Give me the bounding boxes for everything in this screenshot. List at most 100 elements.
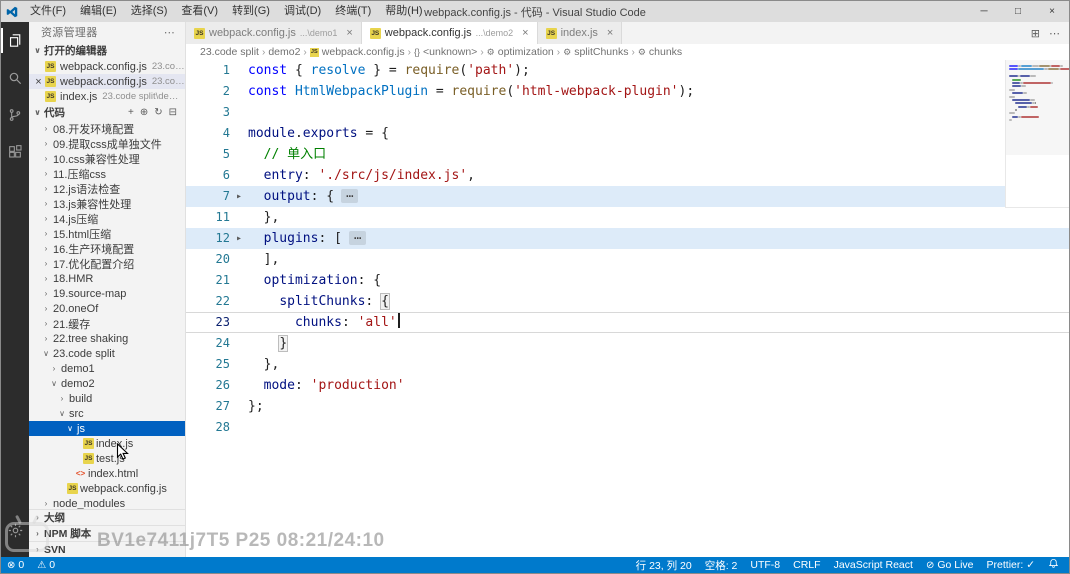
status-errors[interactable]: ⊗ 0	[7, 559, 24, 571]
line-number[interactable]: 7	[186, 186, 230, 207]
line-number[interactable]: 27	[186, 396, 230, 417]
code-line-28[interactable]: 28	[186, 417, 1069, 438]
tab-index-js[interactable]: JS index.js ×	[537, 22, 623, 44]
line-number[interactable]: 25	[186, 354, 230, 375]
menu-edit[interactable]: 编辑(E)	[73, 1, 124, 22]
collapse-all-icon[interactable]: ⊟	[169, 107, 177, 118]
open-editor-item[interactable]: JS index.js 23.code split\demo...	[29, 89, 185, 104]
tree-item-node-modules[interactable]: › node_modules	[29, 496, 185, 510]
tree-item-08[interactable]: › 08.开发环境配置	[29, 121, 185, 136]
tree-item-21[interactable]: › 21.缓存	[29, 316, 185, 331]
search-icon[interactable]	[1, 59, 29, 96]
breadcrumb-item-23-code-split[interactable]: 23.code split	[200, 46, 259, 58]
explorer-icon[interactable]	[1, 22, 29, 59]
code-line-22[interactable]: 22 splitChunks: {	[186, 291, 1069, 312]
breadcrumb-item-unknown[interactable]: {} <unknown>	[414, 46, 477, 58]
status-warnings[interactable]: ⚠ 0	[37, 559, 55, 571]
fold-arrow-icon[interactable]: ▸	[230, 186, 248, 207]
tree-item-22-tree-shaking[interactable]: › 22.tree shaking	[29, 331, 185, 346]
open-editor-item[interactable]: ×JS webpack.config.js 23.code ...	[29, 74, 185, 89]
tree-item-index-js[interactable]: JS index.js	[29, 436, 185, 451]
code-line-20[interactable]: 20 ],	[186, 249, 1069, 270]
status-language[interactable]: JavaScript React	[834, 559, 913, 571]
line-number[interactable]: 28	[186, 417, 230, 438]
close-icon[interactable]: ×	[346, 27, 352, 39]
breadcrumb-item-chunks[interactable]: ⚙ chunks	[638, 46, 682, 58]
fold-arrow-icon[interactable]: ▸	[230, 228, 248, 249]
close-button[interactable]: ×	[1035, 1, 1069, 22]
code-line-27[interactable]: 27};	[186, 396, 1069, 417]
tree-item-14-js[interactable]: › 14.js压缩	[29, 211, 185, 226]
minimize-button[interactable]: ─	[967, 1, 1001, 22]
code-line-25[interactable]: 25 },	[186, 354, 1069, 375]
line-number[interactable]: 3	[186, 102, 230, 123]
code-line-3[interactable]: 3	[186, 102, 1069, 123]
status-encoding[interactable]: UTF-8	[750, 559, 780, 571]
tree-item-index-html[interactable]: <> index.html	[29, 466, 185, 481]
tree-item-15-html[interactable]: › 15.html压缩	[29, 226, 185, 241]
open-editor-item[interactable]: JS webpack.config.js 23.code ...	[29, 59, 185, 74]
open-editors-header[interactable]: ∨ 打开的编辑器	[29, 42, 185, 59]
tree-item-09-css[interactable]: › 09.提取css成单独文件	[29, 136, 185, 151]
line-number[interactable]: 24	[186, 333, 230, 354]
line-number[interactable]: 4	[186, 123, 230, 144]
code-line-1[interactable]: 1 const { resolve } = require('path');	[186, 60, 1069, 81]
tree-item-test-js[interactable]: JS test.js	[29, 451, 185, 466]
code-line-21[interactable]: 21 optimization: {	[186, 270, 1069, 291]
panel-item-0[interactable]: › 大纲	[29, 509, 185, 525]
tree-item-17[interactable]: › 17.优化配置介绍	[29, 256, 185, 271]
line-number[interactable]: 1	[186, 60, 230, 81]
code-line-12[interactable]: 12 ▸ plugins: [⋯	[186, 228, 1069, 249]
fold-ellipsis-badge[interactable]: ⋯	[348, 231, 367, 245]
tree-item-src[interactable]: ∨ src	[29, 406, 185, 421]
line-number[interactable]: 2	[186, 81, 230, 102]
line-number[interactable]: 6	[186, 165, 230, 186]
line-number[interactable]: 21	[186, 270, 230, 291]
tree-item-18-hmr[interactable]: › 18.HMR	[29, 271, 185, 286]
line-number[interactable]: 20	[186, 249, 230, 270]
tree-item-12-js[interactable]: › 12.js语法检查	[29, 181, 185, 196]
tab-webpack-config-js-demo1[interactable]: JS webpack.config.js ...\demo1 ×	[186, 22, 362, 44]
status-indentation[interactable]: 空格: 2	[705, 558, 738, 573]
source-control-icon[interactable]	[1, 96, 29, 133]
code-line-4[interactable]: 4 module.exports = {	[186, 123, 1069, 144]
tree-item-16[interactable]: › 16.生产环境配置	[29, 241, 185, 256]
breadcrumb-item-webpack-config-js[interactable]: JS webpack.config.js	[309, 46, 405, 58]
folder-section-header[interactable]: ∨ 代码 + ⊕ ↻ ⊟	[29, 104, 185, 121]
tree-item-10-css[interactable]: › 10.css兼容性处理	[29, 151, 185, 166]
breadcrumb-item-optimization[interactable]: ⚙ optimization	[487, 46, 554, 58]
code-line-6[interactable]: 6 entry: './src/js/index.js',	[186, 165, 1069, 186]
code-editor[interactable]: 1 const { resolve } = require('path'); 2 co…	[186, 60, 1069, 557]
line-number[interactable]: 26	[186, 375, 230, 396]
more-actions-icon[interactable]: ⋯	[164, 26, 175, 39]
menu-go[interactable]: 转到(G)	[225, 1, 277, 22]
minimap[interactable]	[1005, 60, 1069, 208]
tree-item-build[interactable]: › build	[29, 391, 185, 406]
extensions-icon[interactable]	[1, 133, 29, 170]
tree-item-20-oneof[interactable]: › 20.oneOf	[29, 301, 185, 316]
menu-file[interactable]: 文件(F)	[23, 1, 73, 22]
code-line-23[interactable]: 23 chunks: 'all'	[186, 312, 1069, 333]
tree-item-webpack-config-js[interactable]: JS webpack.config.js	[29, 481, 185, 496]
code-line-11[interactable]: 11 },	[186, 207, 1069, 228]
code-line-5[interactable]: 5 // 单入口	[186, 144, 1069, 165]
code-line-2[interactable]: 2 const HtmlWebpackPlugin = require('html…	[186, 81, 1069, 102]
split-editor-icon[interactable]: ⊞	[1031, 27, 1040, 40]
close-icon[interactable]: ×	[32, 76, 45, 88]
line-number[interactable]: 22	[186, 291, 230, 312]
code-line-7[interactable]: 7 ▸ output: {⋯	[186, 186, 1069, 207]
tree-item-11-css[interactable]: › 11.压缩css	[29, 166, 185, 181]
status-prettier[interactable]: Prettier: ✓	[987, 559, 1035, 571]
tree-item-js[interactable]: ∨ js	[29, 421, 185, 436]
tree-item-demo1[interactable]: › demo1	[29, 361, 185, 376]
code-line-24[interactable]: 24 }	[186, 333, 1069, 354]
refresh-icon[interactable]: ↻	[154, 107, 162, 118]
tree-item-13-js[interactable]: › 13.js兼容性处理	[29, 196, 185, 211]
menu-debug[interactable]: 调试(D)	[277, 1, 328, 22]
line-number[interactable]: 11	[186, 207, 230, 228]
tree-item-23-code-split[interactable]: ∨ 23.code split	[29, 346, 185, 361]
line-number[interactable]: 5	[186, 144, 230, 165]
fold-ellipsis-badge[interactable]: ⋯	[341, 189, 359, 203]
breadcrumb-item-splitchunks[interactable]: ⚙ splitChunks	[563, 46, 628, 58]
close-icon[interactable]: ×	[522, 27, 528, 39]
